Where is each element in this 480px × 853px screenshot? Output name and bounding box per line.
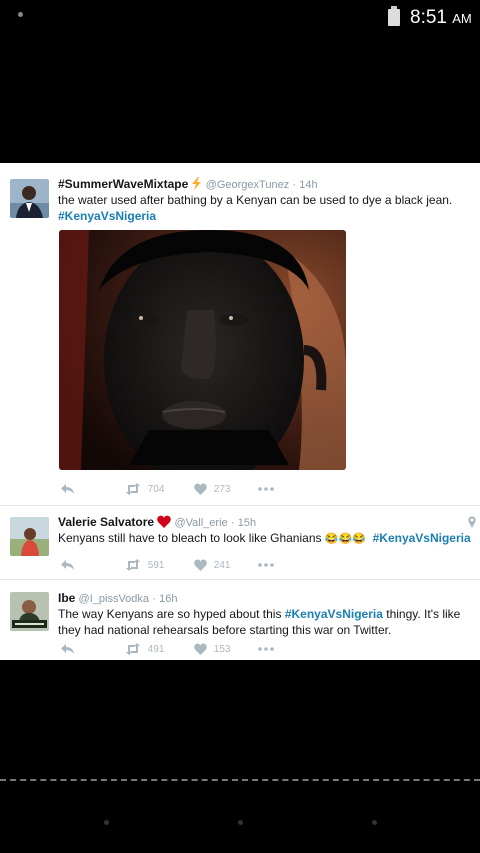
reply-icon: [61, 484, 74, 494]
separator-dot: ·: [230, 517, 235, 529]
retweet-icon: [126, 483, 140, 495]
dashed-divider: [0, 779, 480, 781]
hashtag-link[interactable]: #KenyaVsNigeria: [285, 607, 383, 621]
more-button[interactable]: [258, 483, 274, 495]
like-icon: [194, 643, 207, 655]
more-button[interactable]: [258, 643, 274, 655]
retweet-count: 591: [147, 559, 165, 571]
tweet-body: The way Kenyans are so hyped about this: [58, 607, 282, 621]
tweet-body: the water used after bathing by a Kenyan…: [58, 193, 453, 207]
like-count: 273: [213, 483, 231, 495]
display-name[interactable]: #SummerWaveMixtape: [58, 177, 188, 191]
tweet-header: Ibe @I_pissVodka · 16h: [58, 591, 177, 605]
like-button[interactable]: 241: [194, 559, 230, 571]
like-count: 241: [213, 559, 231, 571]
retweet-button[interactable]: 704: [125, 483, 164, 495]
separator-dot: ·: [292, 179, 297, 191]
reply-button[interactable]: [60, 483, 76, 495]
notification-dot-icon: [18, 12, 23, 17]
status-bar: 8:51 AM: [0, 0, 480, 36]
reply-button[interactable]: [60, 559, 76, 571]
nav-dot-back[interactable]: [104, 820, 109, 825]
tweet-card[interactable]: #SummerWaveMixtape @GeorgexTunez · 14h t…: [0, 163, 480, 505]
retweet-button[interactable]: 491: [125, 643, 164, 655]
hashtag-link[interactable]: #KenyaVsNigeria: [373, 531, 471, 545]
avatar[interactable]: [10, 179, 49, 218]
more-button[interactable]: [258, 559, 274, 571]
like-count: 153: [213, 643, 231, 655]
tweet-card[interactable]: Valerie Salvatore @Vall_erie · 15h Kenya…: [0, 506, 480, 579]
user-handle[interactable]: @I_pissVodka: [79, 593, 150, 605]
hashtag-link[interactable]: #KenyaVsNigeria: [58, 208, 474, 224]
like-icon: [194, 483, 207, 495]
more-icon: [258, 487, 274, 491]
heart-emoji-icon: [157, 515, 172, 528]
reply-icon: [61, 560, 74, 570]
nav-dot-recents[interactable]: [372, 820, 377, 825]
like-button[interactable]: 273: [194, 483, 230, 495]
retweet-count: 704: [147, 483, 165, 495]
tweet-time: 16h: [159, 593, 178, 605]
user-handle[interactable]: @Vall_erie: [174, 517, 227, 529]
tweet-body: Kenyans still have to bleach to look lik…: [58, 531, 322, 545]
reply-icon: [61, 644, 74, 654]
like-icon: [194, 559, 207, 571]
avatar[interactable]: [10, 517, 49, 556]
tweet-list: #SummerWaveMixtape @GeorgexTunez · 14h t…: [0, 163, 480, 660]
avatar[interactable]: [10, 592, 49, 631]
more-icon: [258, 647, 274, 651]
tweet-photo[interactable]: [59, 230, 346, 470]
status-time: 8:51 AM: [410, 7, 472, 29]
retweet-count: 491: [147, 643, 165, 655]
status-time-value: 8:51: [410, 7, 447, 28]
more-icon: [258, 563, 274, 567]
tweet-header: #SummerWaveMixtape @GeorgexTunez · 14h: [58, 177, 318, 191]
tweet-time: 14h: [299, 179, 318, 191]
retweet-icon: [126, 559, 140, 571]
tweet-text: The way Kenyans are so hyped about this …: [58, 606, 476, 638]
retweet-icon: [126, 643, 140, 655]
retweet-button[interactable]: 591: [125, 559, 164, 571]
user-handle[interactable]: @GeorgexTunez: [206, 179, 290, 191]
tweet-header: Valerie Salvatore @Vall_erie · 15h: [58, 515, 256, 529]
nav-dot-home[interactable]: [238, 820, 243, 825]
tweet-text: the water used after bathing by a Kenyan…: [58, 192, 474, 224]
separator-dot: ·: [152, 593, 156, 605]
display-name[interactable]: Ibe: [58, 591, 75, 605]
tweet-time: 15h: [237, 517, 257, 529]
status-time-ampm: AM: [452, 11, 472, 26]
display-name[interactable]: Valerie Salvatore: [58, 515, 154, 529]
tweet-text: Kenyans still have to bleach to look lik…: [58, 530, 474, 547]
battery-icon: [388, 6, 400, 26]
like-button[interactable]: 153: [194, 643, 230, 655]
lightning-icon: [192, 177, 202, 190]
laughing-emoji-icon: 😂😂😂: [324, 533, 366, 545]
reply-button[interactable]: [60, 643, 76, 655]
